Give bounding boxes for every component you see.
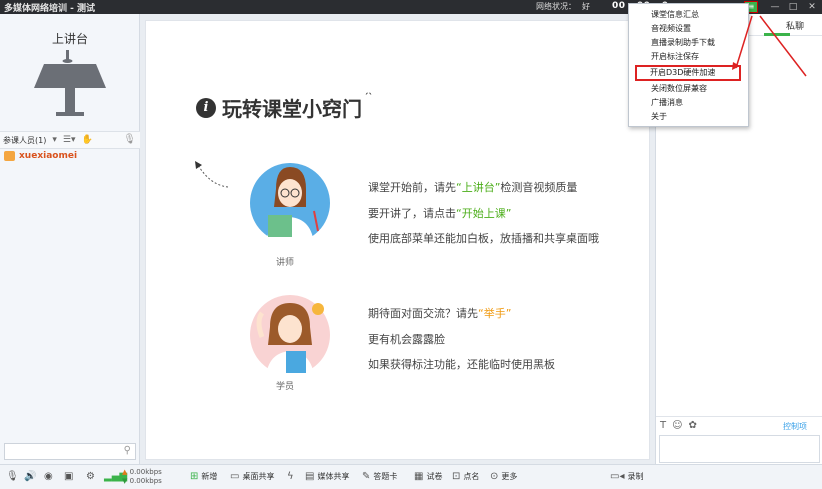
more-label: 更多: [501, 472, 518, 481]
more-icon: ⊙: [490, 471, 499, 482]
mute-all-icon[interactable]: 🎙: [123, 134, 136, 145]
student-role-label: 学员: [276, 382, 295, 392]
speaker-icon[interactable]: 🔊: [24, 471, 36, 482]
participants-dropdown-icon[interactable]: ▾: [52, 135, 57, 145]
control-link[interactable]: 控制项: [783, 421, 807, 432]
emoji-icon[interactable]: ☺: [672, 420, 682, 431]
record-label: 录制: [627, 472, 644, 481]
left-panel: 上讲台 参课人员(1) ▾ ☰▾ ✋ 🎙 xuexiaomei ⚲: [0, 14, 140, 464]
teacher-tip-2-pre: 要开讲了，请点击: [368, 207, 456, 220]
list-view-icon[interactable]: ☰▾: [63, 135, 76, 145]
desktop-share-label: 桌面共享: [242, 472, 275, 481]
teacher-tip-1-post: 检测音视频质量: [500, 181, 578, 194]
exam-label: 试卷: [426, 472, 443, 481]
network-speed: ▲ 0.00kbps ▼ 0.00kbps: [122, 468, 162, 485]
add-button[interactable]: ⊞ 新增: [190, 471, 217, 482]
network-status: 网络状况： 好: [536, 1, 590, 12]
download-speed: 0.00kbps: [129, 477, 162, 485]
record-button[interactable]: ▭◂ 录制: [610, 471, 643, 482]
media-icon: ▤: [305, 471, 315, 482]
student-tip-3: 如果获得标注功能，还能临时使用黑板: [368, 358, 555, 371]
teacher-role-label: 讲师: [276, 258, 295, 268]
upload-speed: 0.00kbps: [129, 468, 162, 476]
flash-icon[interactable]: ϟ: [287, 471, 294, 482]
media-share-label: 媒体共享: [317, 472, 350, 481]
student-tip-1-pre: 期待面对面交流？请先: [368, 307, 478, 320]
tips-title-text: 玩转课堂小窍门: [222, 97, 362, 121]
answer-card-label: 答题卡: [373, 472, 398, 481]
add-icon: ⊞: [190, 471, 199, 482]
window-title: 多媒体网络培训 - 测试: [4, 3, 96, 14]
whiteboard-area[interactable]: i 玩转课堂小窍门 ˊˋ 讲师 课堂开始前，请先“上讲台”检测音视频质量 要开讲…: [145, 20, 650, 460]
menu-item[interactable]: 关于: [629, 110, 748, 124]
video-icon[interactable]: ▣: [64, 471, 73, 482]
microphone-icon[interactable]: 🎙: [6, 471, 19, 482]
raise-hand-highlight: “举手”: [478, 307, 512, 320]
roll-call-button[interactable]: ⊡ 点名: [452, 471, 479, 482]
flower-icon[interactable]: ✿: [689, 420, 697, 431]
edit-icon: ✎: [362, 471, 371, 482]
text-format-icon[interactable]: T: [660, 420, 666, 431]
tips-title: i 玩转课堂小窍门 ˊˋ: [196, 93, 373, 122]
podium-label: 上讲台: [51, 32, 88, 46]
podium-area[interactable]: 上讲台: [0, 14, 139, 129]
record-icon: ▭◂: [610, 471, 625, 482]
participants-bar: 参课人员(1) ▾ ☰▾ ✋ 🎙: [0, 131, 140, 149]
add-label: 新增: [201, 472, 218, 481]
exam-button[interactable]: ▦ 试卷: [414, 471, 442, 482]
paper-icon: ▦: [414, 471, 424, 482]
start-class-highlight: “开始上课”: [456, 207, 512, 220]
podium-icon: [34, 50, 106, 116]
sparkle-icon: ˊˋ: [364, 93, 373, 103]
chat-input[interactable]: [659, 435, 820, 463]
search-icon[interactable]: ⚲: [124, 445, 131, 456]
network-label: 网络状况：: [536, 2, 576, 11]
dotted-arrow-icon: [195, 161, 229, 188]
student-tip-1: 期待面对面交流？请先“举手”: [368, 305, 511, 321]
teacher-tip-3: 使用底部菜单还能加白板，放插播和共享桌面哦: [368, 232, 599, 245]
list-item[interactable]: xuexiaomei: [4, 151, 77, 161]
menu-item[interactable]: 广播消息: [629, 96, 748, 110]
user-name: xuexiaomei: [19, 151, 78, 161]
red-arrow-annotation-icon: [732, 15, 807, 77]
teacher-tip-2: 要开讲了，请点击“开始上课”: [368, 205, 511, 221]
student-illustration: [250, 295, 330, 377]
roll-call-label: 点名: [463, 472, 480, 481]
media-share-button[interactable]: ▤ 媒体共享: [305, 471, 349, 482]
monitor-icon: ▭: [230, 471, 240, 482]
teacher-tip-1-pre: 课堂开始前，请先: [368, 181, 456, 194]
chat-toolbar: T ☺ ✿ 控制项: [656, 416, 822, 434]
participant-search[interactable]: ⚲: [4, 443, 136, 460]
info-icon: i: [196, 97, 216, 118]
roll-call-icon: ⊡: [452, 471, 461, 482]
student-tip-2: 更有机会露露脸: [368, 333, 445, 346]
network-value: 好: [582, 2, 590, 11]
more-button[interactable]: ⊙ 更多: [490, 471, 517, 482]
teacher-tip-1: 课堂开始前，请先“上讲台”检测音视频质量: [368, 179, 577, 195]
answer-card-button[interactable]: ✎ 答题卡: [362, 471, 397, 482]
gear-icon[interactable]: ⚙: [86, 471, 95, 482]
podium-highlight: “上讲台”: [456, 181, 501, 194]
desktop-share-button[interactable]: ▭ 桌面共享: [230, 471, 274, 482]
user-avatar-icon: [4, 151, 15, 161]
hand-icon[interactable]: ✋: [81, 135, 92, 145]
search-input[interactable]: [5, 444, 115, 459]
bottom-toolbar: 🎙 🔊 ◉ ▣ ⚙ ▂▄▆ ▲ 0.00kbps ▼ 0.00kbps ⊞ 新增 …: [0, 464, 822, 489]
participants-label: 参课人员(1): [3, 135, 47, 145]
teacher-illustration: [250, 163, 330, 245]
camera-icon[interactable]: ◉: [44, 471, 53, 482]
